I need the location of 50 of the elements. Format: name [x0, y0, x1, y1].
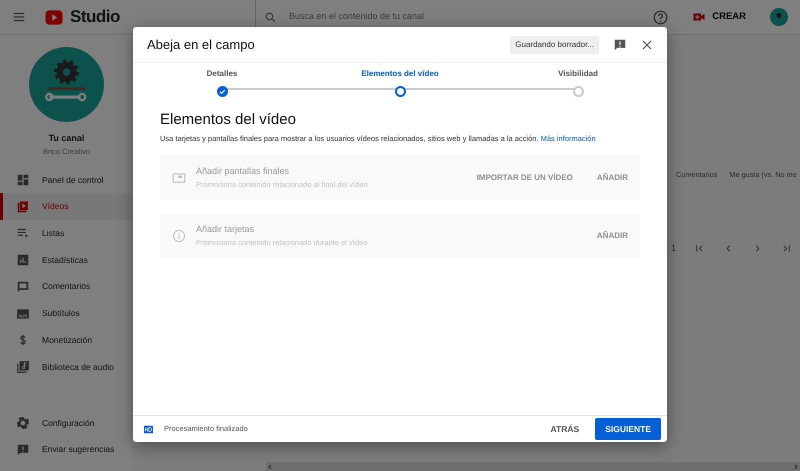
close-icon[interactable]: [641, 38, 653, 50]
sidebar-item-icon: [16, 200, 30, 214]
channel-title: Tu canal: [48, 132, 84, 145]
sidebar-item-icon: [16, 173, 30, 188]
next-button[interactable]: SIGUIENTE: [595, 418, 661, 440]
card-title: Añadir pantallas finales: [196, 165, 290, 178]
sidebar-item[interactable]: Monetización: [0, 326, 133, 354]
sidebar-item-icon: [16, 253, 30, 268]
avatar-icon[interactable]: [770, 8, 788, 26]
help-icon[interactable]: [653, 10, 668, 24]
scroll-right-icon: [792, 462, 800, 470]
sidebar-item[interactable]: Configuración: [0, 410, 133, 436]
sidebar-item[interactable]: Comentarios: [0, 274, 133, 300]
end-screen-icon: [172, 170, 186, 185]
sidebar-item[interactable]: Subtítulos: [0, 300, 133, 327]
step-label[interactable]: Visibilidad: [558, 68, 598, 80]
horizontal-scrollbar[interactable]: [266, 462, 800, 471]
sidebar-item[interactable]: Listas: [0, 220, 133, 247]
video-camera-icon: [692, 11, 706, 23]
logo-text: Studio: [70, 6, 120, 28]
menu-icon[interactable]: [12, 10, 26, 24]
save-status: Guardando borrador...: [510, 36, 599, 54]
info-icon: [172, 228, 186, 243]
scroll-left-icon: [266, 462, 274, 470]
section-heading: Elementos del vídeo: [160, 111, 297, 129]
step-label[interactable]: Elementos del vídeo: [361, 68, 439, 80]
first-page-icon[interactable]: [694, 243, 706, 254]
hd-icon: [143, 424, 154, 434]
feedback-icon: [16, 442, 30, 457]
channel-avatar-drawing[interactable]: [29, 47, 104, 122]
sidebar-item-icon: [16, 226, 30, 240]
dialog-title: Abeja en el campo: [147, 36, 256, 54]
pagination-text: 1: [671, 242, 676, 255]
feedback-icon[interactable]: [613, 38, 627, 52]
sidebar-item[interactable]: Biblioteca de audio: [0, 354, 133, 380]
sidebar-item[interactable]: Estadísticas: [0, 246, 133, 274]
gear-icon: [16, 416, 30, 430]
step-label[interactable]: Detalles: [206, 68, 238, 80]
sidebar-item-icon: [16, 360, 30, 374]
card-title: Añadir tarjetas: [196, 223, 256, 236]
sidebar-item[interactable]: Enviar sugerencias: [0, 436, 133, 463]
search-icon: [264, 10, 277, 24]
sidebar-item-icon: [16, 306, 30, 321]
sidebar-item[interactable]: Panel de control: [0, 166, 133, 194]
search-field[interactable]: Busca en el contenido de tu canal: [286, 9, 575, 25]
create-button[interactable]: CREAR: [692, 10, 746, 24]
last-page-icon[interactable]: [781, 243, 792, 254]
sidebar-item[interactable]: Vídeos: [0, 193, 133, 220]
sidebar-item-icon: [16, 280, 30, 294]
back-button[interactable]: ATRÁS: [544, 422, 586, 436]
